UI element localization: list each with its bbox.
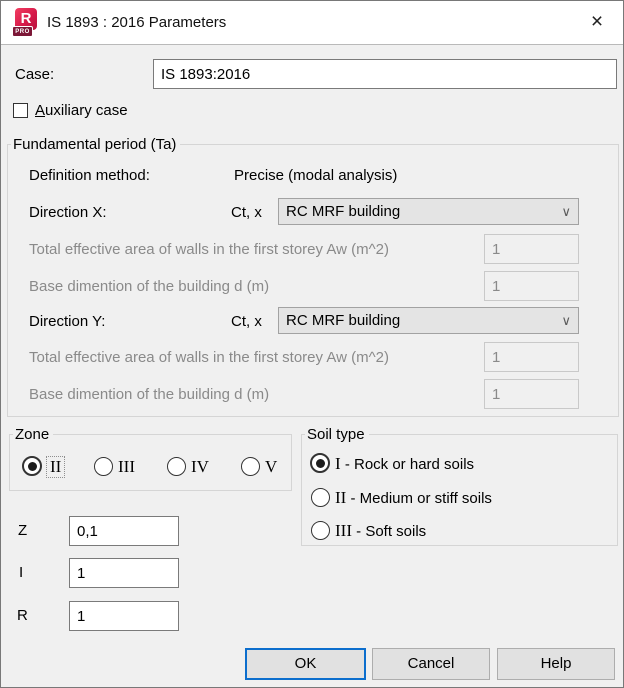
z-factor-label: Z bbox=[18, 521, 27, 541]
soil-numeral-ii: II bbox=[335, 488, 346, 507]
soil-text-i: - Rock or hard soils bbox=[341, 456, 474, 473]
direction-y-combobox[interactable]: RC MRF building ∨ bbox=[278, 307, 579, 334]
soil-radio-ii[interactable] bbox=[311, 488, 330, 507]
zone-label-iii[interactable]: III bbox=[118, 457, 135, 477]
fundamental-period-title: Fundamental period (Ta) bbox=[11, 135, 180, 155]
zone-label-v[interactable]: V bbox=[265, 457, 277, 477]
soil-numeral-iii: III bbox=[335, 521, 352, 540]
pro-badge: PRO bbox=[12, 26, 33, 37]
close-icon[interactable]: × bbox=[579, 7, 615, 39]
definition-method-label: Definition method: bbox=[29, 166, 150, 186]
cancel-button[interactable]: Cancel bbox=[372, 648, 490, 680]
title-bar: R PRO IS 1893 : 2016 Parameters × bbox=[1, 1, 623, 45]
case-input[interactable] bbox=[153, 59, 617, 89]
aw-x-input bbox=[484, 234, 579, 264]
direction-x-combo-value: RC MRF building bbox=[286, 203, 400, 220]
r-factor-input[interactable] bbox=[69, 601, 179, 631]
ct-x-label-2: Ct, x bbox=[231, 312, 262, 332]
zone-radio-iv[interactable] bbox=[167, 457, 186, 476]
d-y-input bbox=[484, 379, 579, 409]
zone-radio-ii[interactable] bbox=[22, 456, 42, 476]
soil-text-iii: - Soft soils bbox=[352, 523, 426, 540]
ct-x-label-1: Ct, x bbox=[231, 203, 262, 223]
soil-type-group-title: Soil type bbox=[305, 425, 369, 445]
auxiliary-case-label: Auxiliary case bbox=[35, 101, 128, 121]
r-factor-label: R bbox=[17, 606, 28, 626]
zone-label-ii[interactable]: II bbox=[46, 456, 65, 478]
d-x-label: Base dimention of the building d (m) bbox=[29, 277, 269, 297]
direction-x-label: Direction X: bbox=[29, 203, 107, 223]
chevron-down-icon: ∨ bbox=[561, 308, 571, 333]
auxiliary-case-checkbox[interactable] bbox=[13, 103, 28, 118]
soil-radio-iii[interactable] bbox=[311, 521, 330, 540]
auxiliary-accel: A bbox=[35, 102, 45, 119]
case-label: Case: bbox=[15, 65, 54, 85]
soil-label-i[interactable]: I - Rock or hard soils bbox=[335, 454, 474, 475]
i-factor-input[interactable] bbox=[69, 558, 179, 588]
is1893-parameters-dialog: R PRO IS 1893 : 2016 Parameters × Case: … bbox=[0, 0, 624, 688]
direction-y-label: Direction Y: bbox=[29, 312, 105, 332]
soil-radio-i[interactable] bbox=[310, 453, 330, 473]
aw-y-input bbox=[484, 342, 579, 372]
d-x-input bbox=[484, 271, 579, 301]
definition-method-value: Precise (modal analysis) bbox=[234, 166, 397, 186]
soil-label-iii[interactable]: III - Soft soils bbox=[335, 521, 426, 542]
aw-x-label: Total effective area of walls in the fir… bbox=[29, 240, 389, 260]
zone-group-title: Zone bbox=[13, 425, 53, 445]
z-factor-input[interactable] bbox=[69, 516, 179, 546]
chevron-down-icon: ∨ bbox=[561, 199, 571, 224]
help-button[interactable]: Help bbox=[497, 648, 615, 680]
aw-y-label: Total effective area of walls in the fir… bbox=[29, 348, 389, 368]
auxiliary-rest: uxiliary case bbox=[45, 102, 128, 119]
zone-label-iv[interactable]: IV bbox=[191, 457, 209, 477]
i-factor-label: I bbox=[19, 563, 23, 583]
dialog-title: IS 1893 : 2016 Parameters bbox=[47, 1, 226, 45]
soil-label-ii[interactable]: II - Medium or stiff soils bbox=[335, 488, 492, 509]
ok-button[interactable]: OK bbox=[245, 648, 366, 680]
zone-radio-iii[interactable] bbox=[94, 457, 113, 476]
direction-y-combo-value: RC MRF building bbox=[286, 312, 400, 329]
zone-radio-v[interactable] bbox=[241, 457, 260, 476]
d-y-label: Base dimention of the building d (m) bbox=[29, 385, 269, 405]
robot-pro-app-icon: R PRO bbox=[12, 7, 38, 39]
soil-text-ii: - Medium or stiff soils bbox=[346, 490, 492, 507]
direction-x-combobox[interactable]: RC MRF building ∨ bbox=[278, 198, 579, 225]
